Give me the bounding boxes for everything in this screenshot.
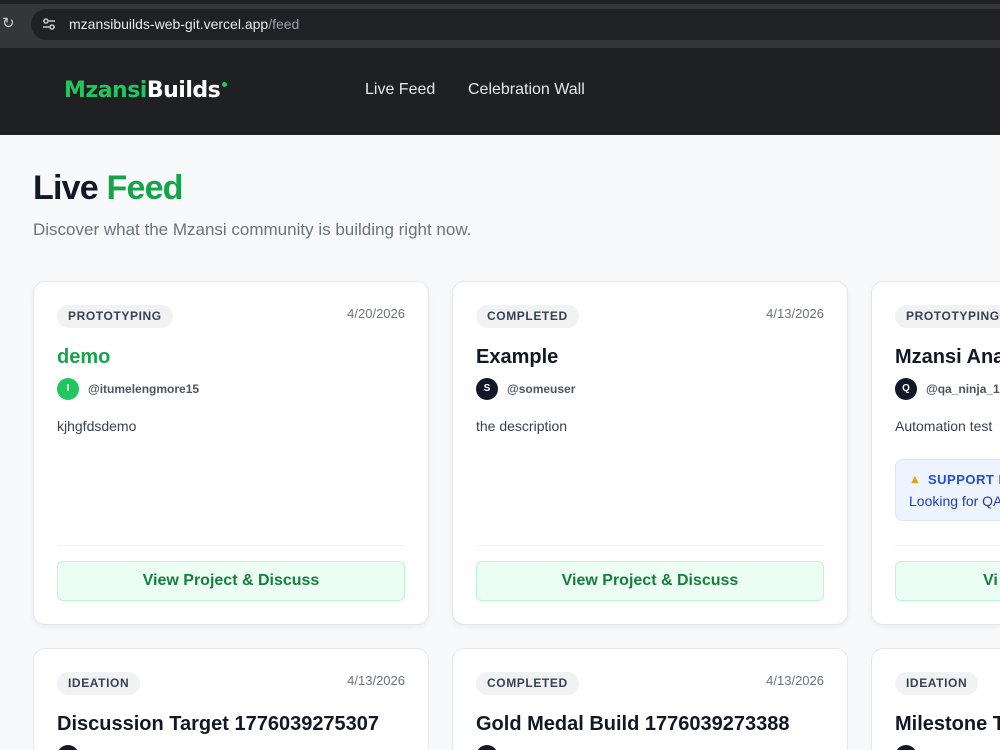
page-title-live: Live [33,169,99,207]
logo[interactable]: MzansiBuilds [64,76,228,106]
card-divider [57,545,405,546]
status-badge: IDEATION [895,672,979,695]
author-handle: @someuser [507,382,576,396]
status-badge: COMPLETED [476,672,579,695]
author-handle: @itumelengmore15 [88,382,200,396]
card-description: Automation test [895,418,993,434]
status-badge: COMPLETED [476,305,579,328]
url-path: /feed [268,16,300,32]
card-title[interactable]: Milestone T [895,711,1000,737]
avatar: S [476,378,498,400]
card-title[interactable]: Discussion Target 1776039275307 [57,711,379,737]
logo-builds: Builds [146,78,221,103]
card-date: 4/13/2026 [766,306,824,321]
card-description: the description [476,418,568,434]
project-card: PROTOTYPING 4/20/2026 demo I @itumelengm… [33,281,429,625]
url-text[interactable]: mzansibuilds-web-git.vercel.app/feed [69,16,299,32]
card-divider [895,545,1000,546]
card-date: 4/13/2026 [766,673,824,688]
card-title[interactable]: demo [57,344,110,370]
page-title: Live Feed [33,168,183,208]
status-badge: IDEATION [57,672,141,695]
card-divider [476,545,824,546]
card-description: kjhgfdsdemo [57,418,137,434]
app-header: MzansiBuilds Live Feed Celebration Wall [0,48,1000,135]
url-host: mzansibuilds-web-git.vercel.app [69,16,269,32]
view-project-button[interactable]: View Project & Discuss [57,561,405,601]
tab-strip [0,0,1000,4]
avatar [895,745,917,750]
browser-toolbar: ↻ mzansibuilds-web-git.vercel.app/feed [0,0,1000,48]
page-title-feed: Feed [106,169,184,207]
reload-icon[interactable]: ↻ [2,14,16,34]
address-bar[interactable]: mzansibuilds-web-git.vercel.app/feed [31,9,1000,40]
status-badge: PROTOTYPING [57,305,173,328]
card-date: 4/13/2026 [347,673,405,688]
project-card: IDEATION Milestone T [871,648,1000,750]
author-handle: @qa_ninja_17 [926,382,1000,396]
nav-live-feed[interactable]: Live Feed [365,80,435,100]
avatar [476,745,498,750]
project-card: COMPLETED 4/13/2026 Gold Medal Build 177… [452,648,848,750]
card-title[interactable]: Mzansi Ana [895,344,1000,370]
project-card: COMPLETED 4/13/2026 Example S @someuser … [452,281,848,625]
status-badge: PROTOTYPING [895,305,1000,328]
card-date: 4/20/2026 [347,306,405,321]
card-title[interactable]: Gold Medal Build 1776039273388 [476,711,790,737]
support-label: SUPPORT N [928,472,1000,487]
site-settings-icon[interactable] [41,16,57,32]
view-project-button[interactable]: View Project & Discuss [476,561,824,601]
avatar: Q [895,378,917,400]
support-text: Looking for QA [909,493,1000,509]
page-subtitle: Discover what the Mzansi community is bu… [33,220,472,239]
support-needed-box: ▲ SUPPORT N Looking for QA [895,459,1000,521]
nav-celebration-wall[interactable]: Celebration Wall [468,80,585,100]
avatar: I [57,378,79,400]
logo-mzansi: Mzansi [64,78,147,103]
logo-dot [222,82,228,87]
avatar [57,745,79,750]
project-card: IDEATION 4/13/2026 Discussion Target 177… [33,648,429,750]
support-icon: ▲ [909,472,921,486]
project-card: PROTOTYPING Mzansi Ana Q @qa_ninja_17 Au… [871,281,1000,625]
view-project-button[interactable]: Vi [895,561,1000,601]
card-title[interactable]: Example [476,344,558,370]
